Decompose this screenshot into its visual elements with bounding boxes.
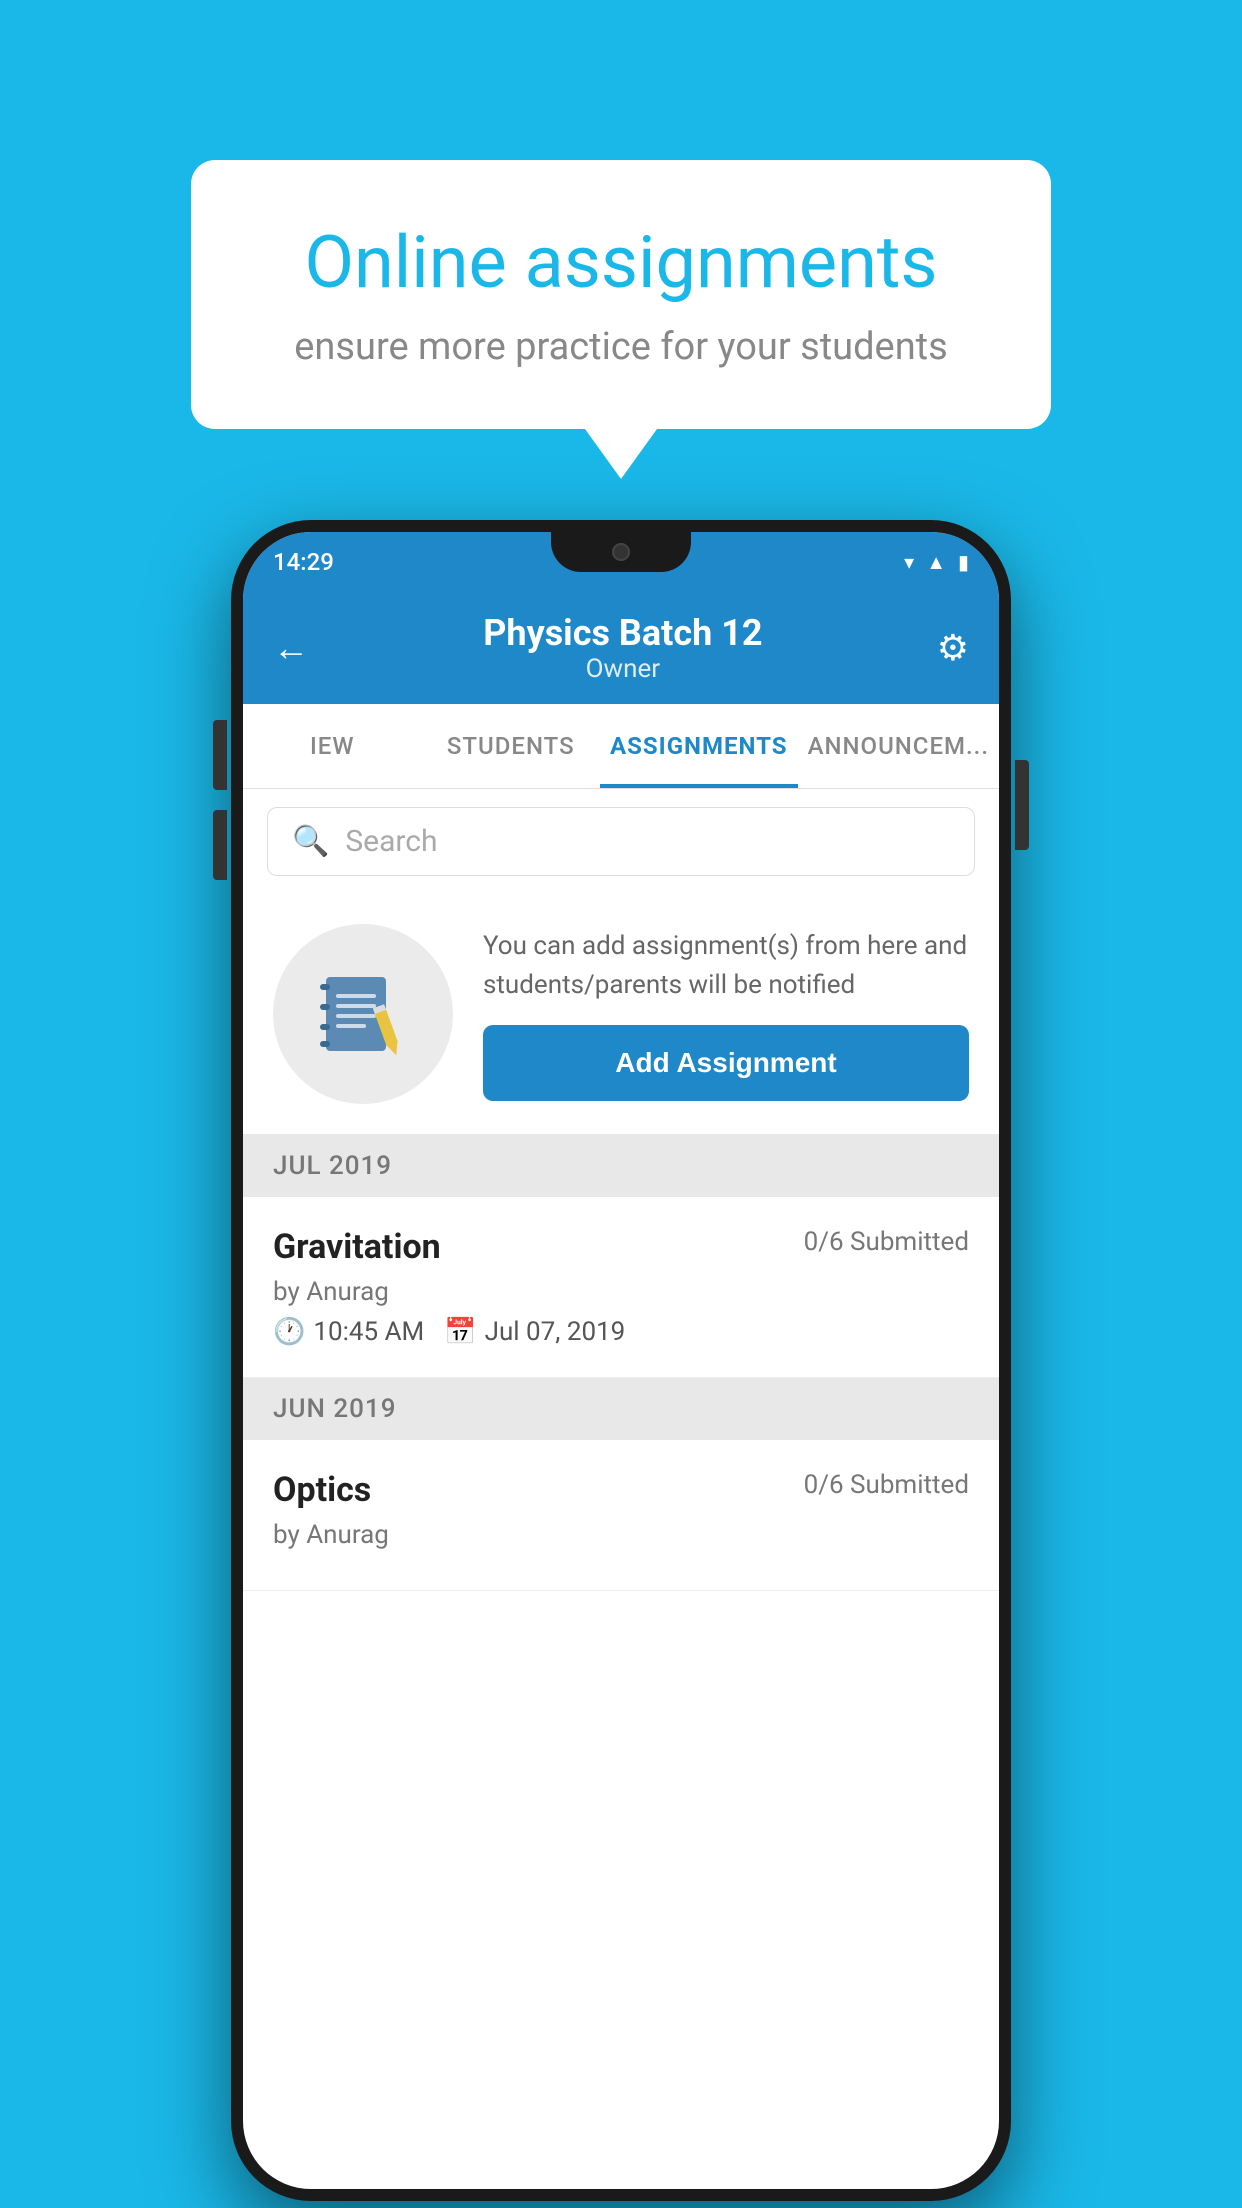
screen-content: 🔍 Search xyxy=(243,789,999,2189)
meta-time-gravitation: 🕐 10:45 AM xyxy=(273,1317,424,1347)
phone-device: 14:29 ▾ ▲ ▮ ← Physics Batch 12 Owner ⚙ xyxy=(231,520,1011,2201)
speech-bubble-title: Online assignments xyxy=(261,220,981,305)
assignment-date-gravitation: Jul 07, 2019 xyxy=(485,1317,626,1347)
add-assignment-button[interactable]: Add Assignment xyxy=(483,1025,969,1101)
phone-notch xyxy=(551,532,691,572)
promo-text-area: You can add assignment(s) from here and … xyxy=(483,927,969,1101)
calendar-icon: 📅 xyxy=(444,1317,476,1347)
assignment-submitted-gravitation: 0/6 Submitted xyxy=(804,1227,969,1257)
meta-date-gravitation: 📅 Jul 07, 2019 xyxy=(444,1317,625,1347)
promo-section: You can add assignment(s) from here and … xyxy=(243,894,999,1135)
wifi-icon: ▾ xyxy=(904,550,914,574)
search-placeholder: Search xyxy=(345,824,437,859)
assignment-author-optics: by Anurag xyxy=(273,1520,969,1550)
assignment-meta-gravitation: 🕐 10:45 AM 📅 Jul 07, 2019 xyxy=(273,1317,969,1347)
assignment-name-optics: Optics xyxy=(273,1470,371,1510)
status-bar: 14:29 ▾ ▲ ▮ xyxy=(243,532,999,592)
assignment-item-optics[interactable]: Optics 0/6 Submitted by Anurag xyxy=(243,1440,999,1591)
search-icon: 🔍 xyxy=(292,824,329,859)
tab-assignments[interactable]: ASSIGNMENTS xyxy=(600,704,798,788)
assignment-submitted-optics: 0/6 Submitted xyxy=(804,1470,969,1500)
camera-dot xyxy=(612,543,630,561)
header-title: Physics Batch 12 xyxy=(483,612,762,654)
section-header-jun: JUN 2019 xyxy=(243,1378,999,1440)
settings-icon[interactable]: ⚙ xyxy=(937,627,969,669)
phone-outer-frame: 14:29 ▾ ▲ ▮ ← Physics Batch 12 Owner ⚙ xyxy=(231,520,1011,2201)
phone-screen: 14:29 ▾ ▲ ▮ ← Physics Batch 12 Owner ⚙ xyxy=(243,532,999,2189)
assignment-name-gravitation: Gravitation xyxy=(273,1227,441,1267)
header-subtitle: Owner xyxy=(483,654,762,684)
volume-up-button xyxy=(213,720,227,790)
app-header: ← Physics Batch 12 Owner ⚙ xyxy=(243,592,999,704)
tab-announcements[interactable]: ANNOUNCEM... xyxy=(798,704,999,788)
speech-bubble-subtitle: ensure more practice for your students xyxy=(261,325,981,369)
speech-bubble: Online assignments ensure more practice … xyxy=(191,160,1051,429)
back-button[interactable]: ← xyxy=(273,627,309,669)
notebook-icon xyxy=(318,969,408,1059)
assignment-time-gravitation: 10:45 AM xyxy=(313,1317,424,1347)
power-button xyxy=(1015,760,1029,850)
speech-bubble-arrow xyxy=(585,429,657,479)
search-bar: 🔍 Search xyxy=(243,789,999,894)
status-time: 14:29 xyxy=(273,548,334,576)
clock-icon: 🕐 xyxy=(273,1317,305,1347)
search-input-container[interactable]: 🔍 Search xyxy=(267,807,975,876)
volume-down-button xyxy=(213,810,227,880)
promo-description: You can add assignment(s) from here and … xyxy=(483,927,969,1005)
assignment-item-gravitation[interactable]: Gravitation 0/6 Submitted by Anurag 🕐 10… xyxy=(243,1197,999,1378)
section-header-jul: JUL 2019 xyxy=(243,1135,999,1197)
signal-icon: ▲ xyxy=(926,550,946,575)
tabs-bar: IEW STUDENTS ASSIGNMENTS ANNOUNCEM... xyxy=(243,704,999,789)
header-center: Physics Batch 12 Owner xyxy=(483,612,762,684)
speech-bubble-container: Online assignments ensure more practice … xyxy=(191,160,1051,479)
promo-icon-circle xyxy=(273,924,453,1104)
assignment-top-row-optics: Optics 0/6 Submitted xyxy=(273,1470,969,1510)
tab-students[interactable]: STUDENTS xyxy=(422,704,601,788)
assignment-top-row: Gravitation 0/6 Submitted xyxy=(273,1227,969,1267)
status-icons: ▾ ▲ ▮ xyxy=(904,550,969,575)
tab-iew[interactable]: IEW xyxy=(243,704,422,788)
battery-icon: ▮ xyxy=(958,550,969,574)
assignment-author-gravitation: by Anurag xyxy=(273,1277,969,1307)
